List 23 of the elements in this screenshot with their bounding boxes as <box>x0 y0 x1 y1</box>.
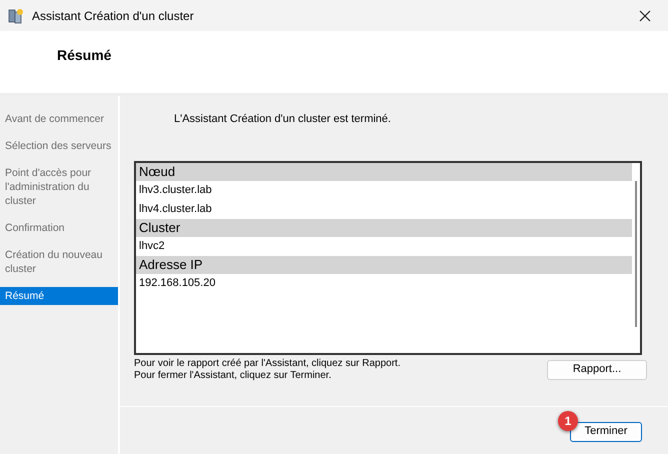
report-value: lhvc2 <box>138 238 166 254</box>
step-item[interactable]: Point d'accès pour l'administration du cluster <box>0 164 118 210</box>
group-heading: Cluster <box>136 218 632 236</box>
hint-text: Pour voir le rapport créé par l'Assistant, cliquez sur Rapport. <box>134 358 402 370</box>
window-title: Assistant Création d'un cluster <box>32 8 194 24</box>
hint-text: Pour fermer l'Assistant, cliquez sur Terminer. <box>134 370 332 382</box>
step-badge: 1 <box>558 411 578 431</box>
report-value: lhv4.cluster.lab <box>138 202 213 216</box>
completion-message: L'Assistant Création d'un cluster est terminé. <box>174 112 392 127</box>
step-item[interactable]: Résumé <box>0 287 118 305</box>
cluster-icon <box>8 8 24 24</box>
step-item[interactable]: Avant de commencer <box>0 110 118 128</box>
step-item[interactable]: Création du nouveau cluster <box>0 246 118 278</box>
report-button[interactable]: Rapport... <box>547 360 647 380</box>
report-value: 192.168.105.20 <box>138 276 216 290</box>
group-heading: Adresse IP <box>136 256 632 274</box>
step-item[interactable]: Sélection des serveurs <box>0 137 118 155</box>
finish-button[interactable]: Terminer <box>570 422 642 442</box>
page-title: Résumé <box>57 46 112 64</box>
group-heading: Nœud <box>136 162 632 180</box>
step-item[interactable]: Confirmation <box>0 219 118 237</box>
close-icon <box>638 8 652 22</box>
report-value: lhv3.cluster.lab <box>138 182 213 198</box>
